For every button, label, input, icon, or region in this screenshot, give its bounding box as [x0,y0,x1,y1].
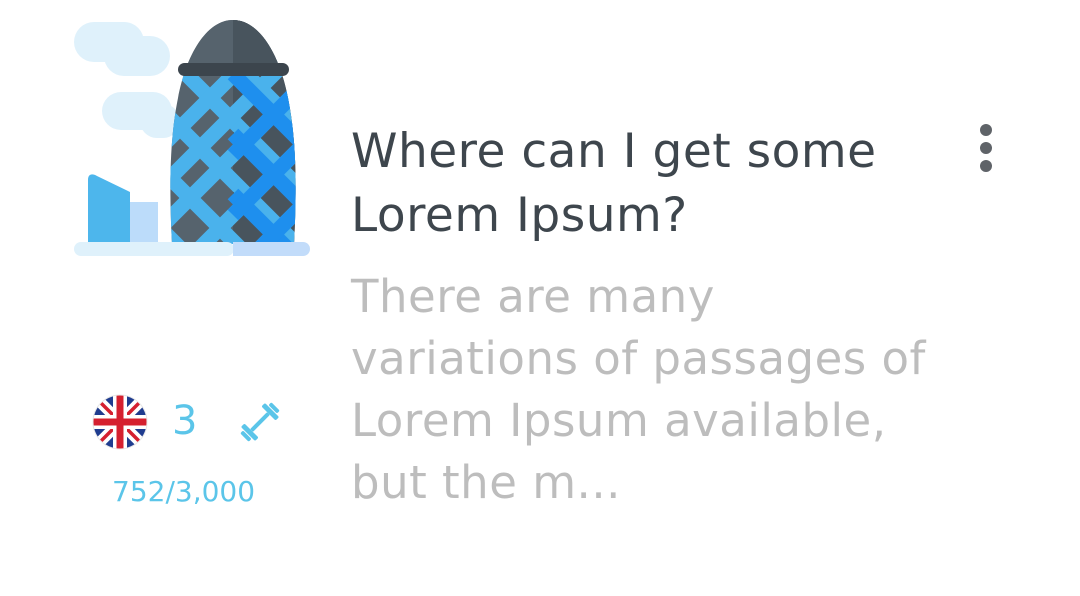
dumbbell-icon [240,402,280,442]
more-vertical-icon [980,124,992,136]
gherkin-building-icon [74,20,310,256]
stats-row: 3 [92,394,292,450]
progress-text: 752/3,000 [112,475,256,508]
more-vertical-icon-dot [980,160,992,172]
uk-flag-icon [92,394,148,450]
more-vertical-icon-dot [980,142,992,154]
article-title: Where can I get some Lorem Ipsum? [351,124,877,243]
level-number: 3 [172,398,198,444]
more-options-button[interactable] [966,118,1006,178]
article-description: There are many variations of passages of… [351,270,926,509]
article-card[interactable]: 3 752/3,000 Where can I get some Lorem I… [0,0,1080,596]
